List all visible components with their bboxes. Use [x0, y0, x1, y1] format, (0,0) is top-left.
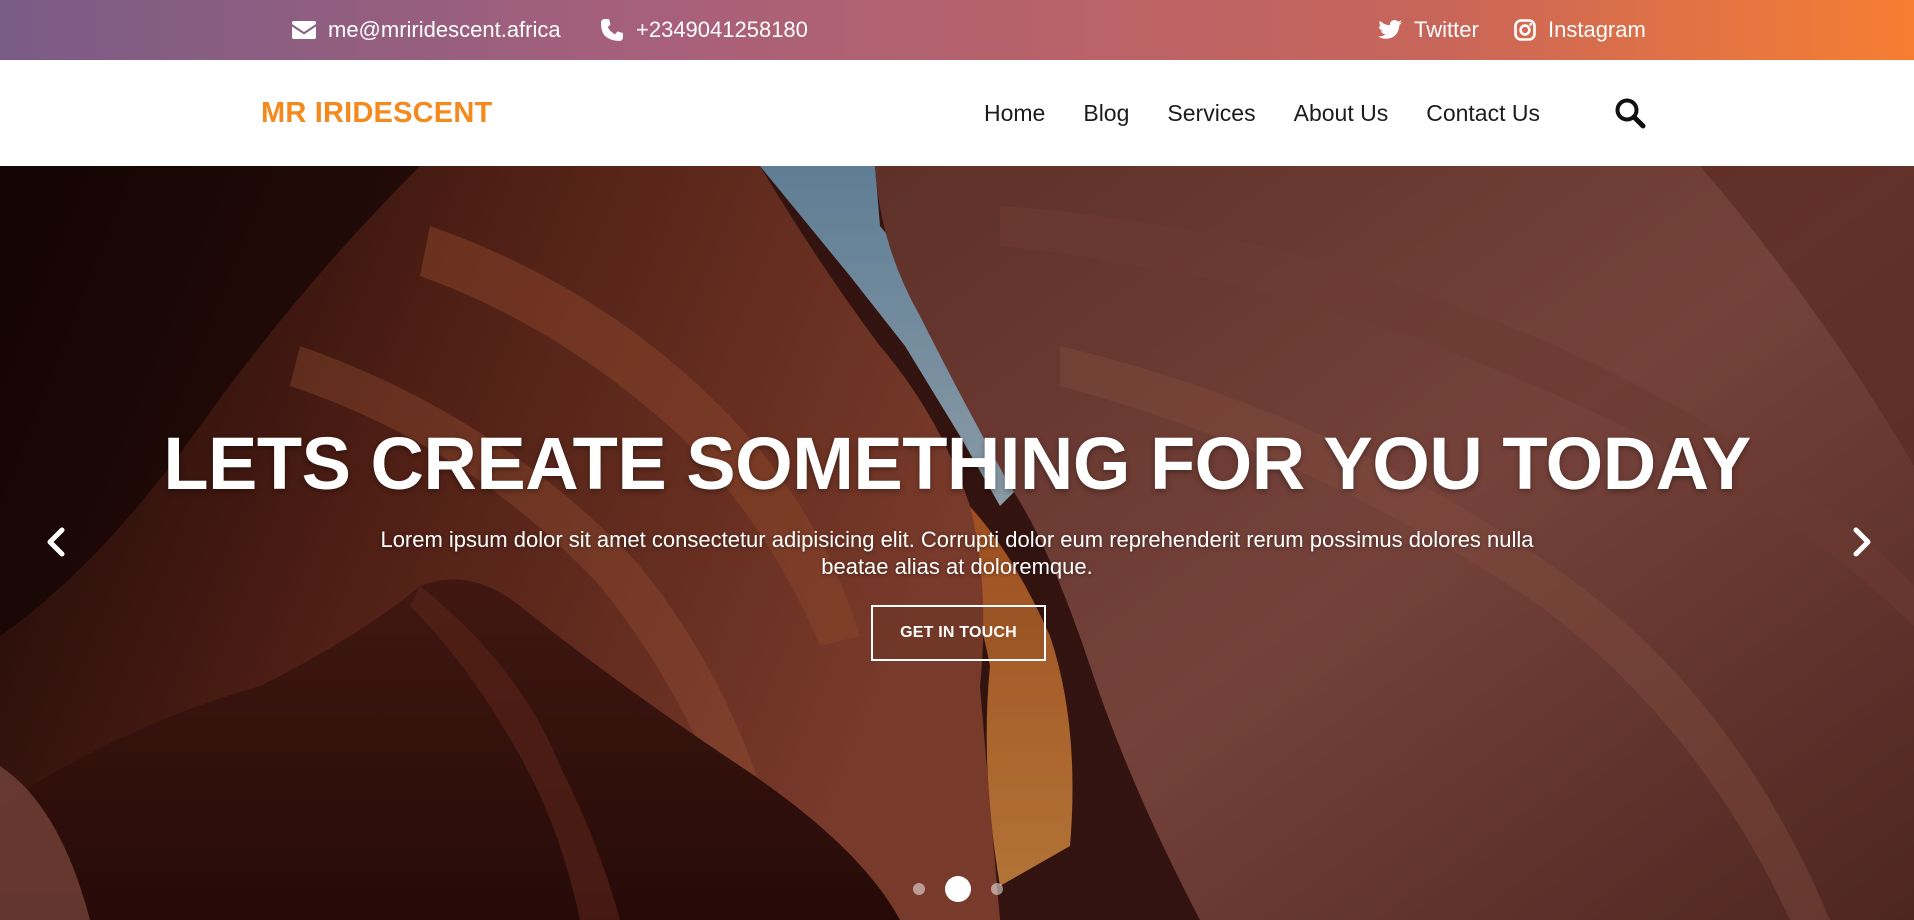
nav-link-blog[interactable]: Blog	[1083, 100, 1129, 127]
main-navbar: MR IRIDESCENT Home Blog Services About U…	[0, 60, 1914, 166]
twitter-link[interactable]: Twitter	[1378, 0, 1479, 60]
instagram-link[interactable]: Instagram	[1514, 0, 1646, 60]
nav-link-home[interactable]: Home	[984, 100, 1045, 127]
chevron-right-icon[interactable]	[1842, 522, 1882, 562]
instagram-text: Instagram	[1548, 17, 1646, 42]
top-contact-bar: me@mriridescent.africa +2349041258180 Tw…	[0, 0, 1914, 60]
phone-icon	[601, 19, 623, 41]
email-contact[interactable]: me@mriridescent.africa	[292, 0, 561, 60]
hero-carousel: LETS CREATE SOMETHING FOR YOU TODAY Lore…	[0, 166, 1914, 920]
twitter-text: Twitter	[1414, 17, 1479, 42]
search-icon[interactable]	[1614, 97, 1646, 129]
carousel-dot-1[interactable]	[913, 883, 925, 895]
brand-logo[interactable]: MR IRIDESCENT	[261, 60, 492, 166]
email-text: me@mriridescent.africa	[328, 17, 561, 42]
carousel-indicators	[0, 874, 1914, 904]
nav-links: Home Blog Services About Us Contact Us	[984, 60, 1540, 166]
carousel-dot-3[interactable]	[991, 883, 1003, 895]
hero-title: LETS CREATE SOMETHING FOR YOU TODAY	[163, 422, 1751, 505]
instagram-icon	[1514, 19, 1536, 41]
hero-description: Lorem ipsum dolor sit amet consectetur a…	[380, 527, 1534, 579]
phone-contact[interactable]: +2349041258180	[600, 0, 808, 60]
chevron-left-icon[interactable]	[36, 522, 76, 562]
carousel-dot-2-active[interactable]	[945, 876, 971, 902]
envelope-icon	[292, 21, 316, 39]
nav-link-services[interactable]: Services	[1167, 100, 1255, 127]
phone-text: +2349041258180	[636, 17, 808, 42]
nav-link-about-us[interactable]: About Us	[1294, 100, 1389, 127]
twitter-icon	[1378, 20, 1402, 39]
get-in-touch-button[interactable]: GET IN TOUCH	[871, 605, 1046, 661]
nav-link-contact-us[interactable]: Contact Us	[1426, 100, 1540, 127]
